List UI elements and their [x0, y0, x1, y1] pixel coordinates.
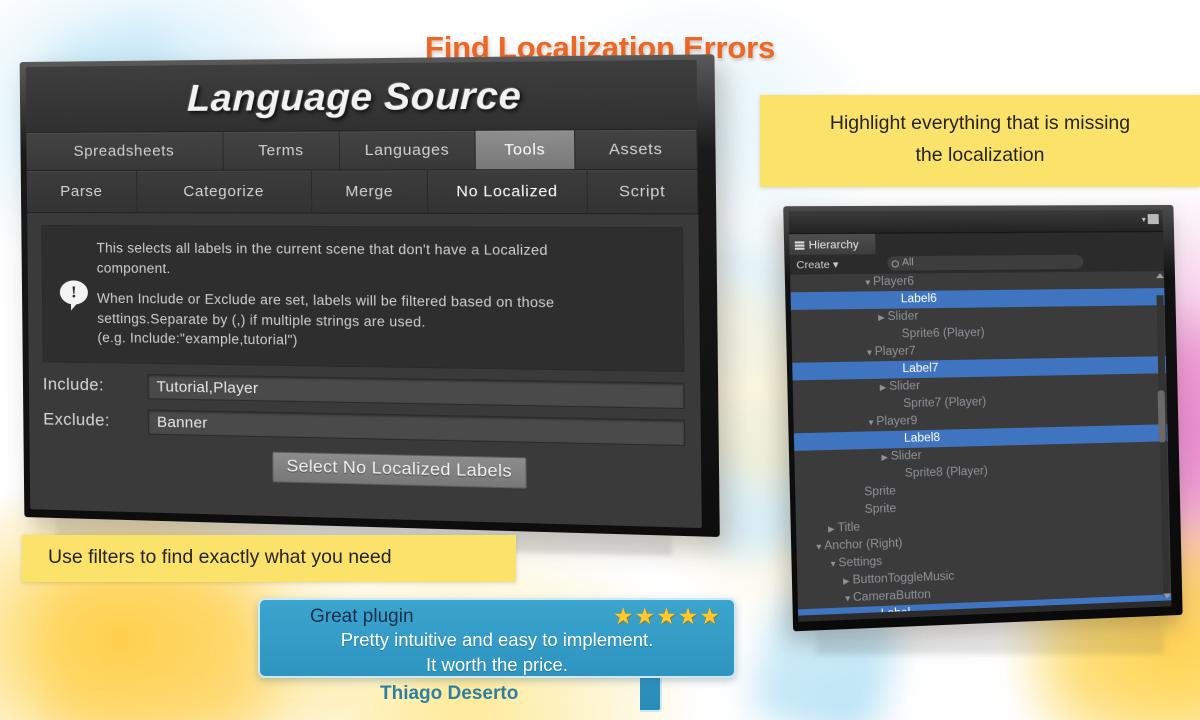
star-icon: ★: [612, 603, 634, 629]
testimonial-author: Thiago Deserto: [380, 683, 519, 704]
testimonial-body: Pretty intuitive and easy to implement. …: [260, 628, 734, 677]
panel-header: Language Source: [25, 59, 698, 134]
hierarchy-body: ▾ Hierarchy Create ▾ All ▼Player6 Label6 ▶…: [788, 210, 1172, 622]
subtab-no-localized[interactable]: No Localized: [427, 170, 588, 214]
hierarchy-row-label: Anchor (Right): [824, 537, 903, 553]
tab-languages[interactable]: Languages: [339, 130, 476, 170]
chevron-right-icon[interactable]: ▶: [843, 572, 853, 590]
create-dropdown-button[interactable]: Create ▾: [790, 258, 839, 271]
chevron-right-icon[interactable]: ▶: [880, 379, 890, 397]
hierarchy-row-label: Label: [880, 606, 911, 616]
chevron-down-icon[interactable]: ▼: [867, 414, 877, 432]
window-menu-box-icon: [1147, 214, 1159, 225]
tab-hierarchy[interactable]: Hierarchy: [789, 233, 876, 255]
hierarchy-row-label: Player6: [872, 275, 915, 289]
chevron-down-icon[interactable]: ▼: [814, 538, 824, 556]
select-no-localized-labels-button[interactable]: Select No Localized Labels: [271, 451, 528, 489]
hierarchy-row-label: Settings: [838, 555, 883, 570]
hierarchy-row-label: Sprite: [864, 485, 897, 499]
callout-use-filters: Use filters to find exactly what you nee…: [22, 535, 516, 582]
hierarchy-row-label: Player7: [874, 345, 916, 359]
star-icon: ★: [699, 603, 720, 629]
subtab-parse[interactable]: Parse: [26, 170, 138, 213]
exclude-label: Exclude:: [43, 410, 110, 430]
star-icon: ★: [677, 603, 699, 629]
star-icon: ★: [656, 603, 677, 629]
hierarchy-row-label: Label6: [900, 292, 938, 306]
star-rating: ★ ★ ★ ★ ★: [613, 605, 720, 628]
hierarchy-tree-list[interactable]: ▼Player6 Label6 ▶ Slider Sprite6 (Player) ▼Pl…: [790, 271, 1172, 616]
tab-spreadsheets[interactable]: Spreadsheets: [26, 132, 224, 171]
include-label: Include:: [42, 375, 105, 395]
hierarchy-row-label: Title: [837, 521, 861, 535]
hierarchy-window-menu-icon[interactable]: ▾: [1141, 214, 1159, 225]
testimonial-title: Great plugin: [310, 605, 414, 627]
hierarchy-row-label: Slider: [890, 449, 922, 463]
callout-highlight-line-1: Highlight everything that is missing: [829, 112, 1131, 134]
chevron-down-icon[interactable]: ▼: [865, 344, 875, 362]
exclude-input[interactable]: Banner: [147, 409, 686, 446]
hierarchy-row-label: Label8: [903, 431, 941, 445]
hierarchy-row-label: Label7: [902, 362, 939, 376]
info-help-text: This selects all labels in the current s…: [96, 238, 672, 355]
language-source-window: Language Source Spreadsheets Terms Langu…: [19, 54, 729, 551]
info-help-box: ! This selects all labels in the current…: [41, 225, 685, 372]
tab-hierarchy-label: Hierarchy: [808, 238, 859, 252]
panel-header-title: Language Source: [186, 73, 522, 119]
hierarchy-search-input[interactable]: All: [887, 254, 1084, 271]
hierarchy-window: ▾ Hierarchy Create ▾ All ▼Player6 Label6 ▶…: [776, 204, 1183, 643]
hierarchy-row-label: Sprite6 (Player): [901, 326, 985, 341]
chevron-down-icon[interactable]: ▼: [843, 590, 853, 608]
subtab-merge[interactable]: Merge: [311, 170, 429, 213]
sub-tab-bar: Parse Categorize Merge No Localized Scri…: [26, 169, 699, 215]
chevron-down-icon[interactable]: ▼: [829, 555, 839, 573]
chevron-down-icon[interactable]: ▼: [863, 274, 873, 292]
info-line-1: This selects all labels in the current s…: [96, 240, 548, 259]
testimonial-header: Great plugin ★ ★ ★ ★ ★: [260, 605, 734, 628]
subtab-categorize[interactable]: Categorize: [137, 170, 313, 213]
tab-assets[interactable]: Assets: [575, 129, 698, 170]
panel-body: Language Source Spreadsheets Terms Langu…: [25, 59, 702, 529]
hierarchy-row-label: Player9: [876, 414, 918, 429]
hierarchy-row-label: Sprite: [864, 502, 897, 517]
chevron-right-icon[interactable]: ▶: [878, 309, 888, 327]
testimonial-card: Great plugin ★ ★ ★ ★ ★ Pretty intuitive and …: [258, 598, 736, 678]
testimonial-body-line-2: It worth the price.: [426, 653, 568, 675]
hierarchy-row-label: CameraButton: [852, 588, 931, 605]
action-button-row: Select No Localized Labels: [30, 446, 702, 493]
scroll-down-arrow-icon[interactable]: [1163, 593, 1172, 599]
include-field-row: Include: Tutorial,Player: [43, 372, 685, 409]
chevron-down-icon: ▾: [1141, 214, 1146, 224]
hierarchy-row-label: Sprite7 (Player): [903, 396, 987, 411]
chevron-right-icon[interactable]: ▶: [828, 520, 838, 538]
hierarchy-titlebar: ▾: [788, 210, 1164, 235]
hierarchy-row-label: Slider: [889, 380, 921, 393]
hierarchy-row-label: Sprite8 (Player): [904, 465, 988, 480]
exclude-field-row: Exclude: Banner: [43, 407, 686, 446]
subtab-script[interactable]: Script: [587, 169, 699, 214]
chevron-right-icon[interactable]: ▶: [881, 448, 891, 466]
warning-bubble-icon: !: [51, 280, 97, 306]
callout-highlight-line-2: the localization: [915, 143, 1045, 166]
hierarchy-row-label: Slider: [887, 310, 919, 324]
hierarchy-icon: [794, 240, 805, 251]
testimonial-body-line-1: Pretty intuitive and easy to implement.: [340, 629, 654, 650]
callout-highlight-missing: Highlight everything that is missing the…: [760, 95, 1200, 188]
star-icon: ★: [634, 603, 656, 629]
tab-tools[interactable]: Tools: [475, 130, 576, 170]
hierarchy-scrollbar-thumb[interactable]: [1157, 390, 1166, 443]
testimonial-tail: [640, 672, 662, 712]
include-input[interactable]: Tutorial,Player: [147, 373, 685, 409]
tab-terms[interactable]: Terms: [223, 131, 341, 170]
hierarchy-row-label: ButtonToggleMusic: [852, 570, 955, 587]
main-tab-bar: Spreadsheets Terms Languages Tools Asset…: [26, 129, 698, 172]
